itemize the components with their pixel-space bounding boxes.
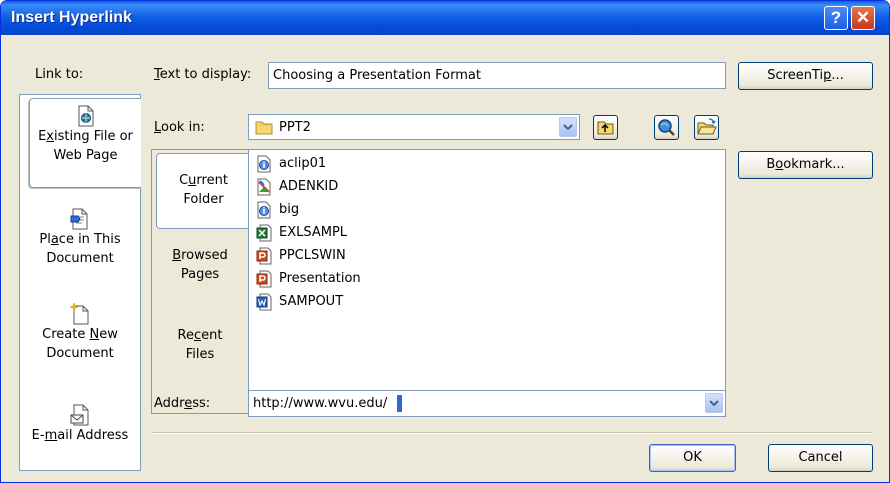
up-one-folder-button[interactable] <box>593 115 618 140</box>
existing-file-icon <box>78 105 93 127</box>
chevron-down-icon <box>563 124 573 131</box>
close-button[interactable]: ✕ <box>851 6 875 30</box>
look-in-accel: L <box>154 120 162 135</box>
browse-web-icon <box>658 119 675 136</box>
browsed-pages-line2: Pages <box>180 267 220 282</box>
text-to-display-input[interactable]: Choosing a Presentation Format <box>268 62 726 89</box>
file-list: aclip01 ADENKID big EXLSAMPL PPCLSWIN Pr… <box>248 149 726 414</box>
link-place-label-a: Pl <box>39 232 51 247</box>
look-in-combobox[interactable]: PPT2 <box>248 114 580 140</box>
list-item[interactable]: aclip01 <box>256 154 326 173</box>
info-file-icon <box>257 155 271 172</box>
link-create-label-line2: Document <box>46 346 114 361</box>
tab-browsed-pages[interactable]: Browsed Pages <box>152 246 248 284</box>
link-email-label-a: E- <box>31 428 45 443</box>
info-file-icon <box>257 201 271 218</box>
look-in-post: ook in: <box>161 120 205 135</box>
current-folder-line2: Folder <box>183 192 224 207</box>
folder-tabs-pane: Current Folder Browsed Pages Recent File… <box>151 149 250 414</box>
recent-files-post: ent <box>201 328 223 343</box>
dialog-title: Insert Hyperlink <box>11 9 132 26</box>
file-name: SAMPOUT <box>279 294 344 309</box>
link-existing-label-line2: Web Page <box>53 148 118 163</box>
ok-button[interactable]: OK <box>649 444 736 472</box>
browse-for-file-button[interactable] <box>694 115 719 140</box>
recent-files-pre: Re <box>177 328 194 343</box>
look-in-value: PPT2 <box>279 120 311 135</box>
text-to-display-label: Text to display: <box>154 67 251 82</box>
list-item[interactable]: ADENKID <box>256 177 338 196</box>
file-name: Presentation <box>279 271 361 286</box>
create-new-document-icon <box>70 303 89 325</box>
browsed-pages-post: rowsed <box>181 248 228 263</box>
look-in-label: Look in: <box>154 120 205 135</box>
file-name: PPCLSWIN <box>279 248 346 263</box>
list-item[interactable]: EXLSAMPL <box>256 223 347 242</box>
chevron-down-icon <box>709 400 719 407</box>
address-dropdown-arrow[interactable] <box>705 393 723 413</box>
open-folder-icon <box>697 118 717 135</box>
link-place-label-line2: Document <box>46 251 114 266</box>
text-to-display-value: Choosing a Presentation Format <box>273 68 481 83</box>
excel-file-icon <box>256 224 272 241</box>
address-post: ss: <box>192 396 211 411</box>
file-name: aclip01 <box>279 156 327 171</box>
bookmark-pre: B <box>766 157 776 172</box>
link-e-mail-address[interactable]: E-mail Address <box>20 404 140 445</box>
current-folder-pre: C <box>179 173 189 188</box>
insert-hyperlink-dialog: Insert Hyperlink ? ✕ Link to: Existing F… <box>0 0 890 483</box>
powerpoint-file-icon <box>256 270 272 287</box>
image-file-icon <box>257 178 271 195</box>
browse-the-web-button[interactable] <box>654 115 679 140</box>
cancel-button[interactable]: Cancel <box>768 444 873 472</box>
link-create-new-document[interactable]: Create New Document <box>20 303 140 363</box>
link-existing-label-b: isting File or <box>54 129 133 144</box>
email-address-icon <box>70 404 89 426</box>
folder-icon <box>255 121 273 135</box>
tab-current-folder[interactable]: Current Folder <box>156 153 250 229</box>
look-in-dropdown-arrow[interactable] <box>559 117 577 137</box>
file-name: big <box>279 202 300 217</box>
file-name: ADENKID <box>279 179 339 194</box>
list-item[interactable]: PPCLSWIN <box>256 246 346 265</box>
powerpoint-file-icon <box>256 247 272 264</box>
address-pre: Addr <box>154 396 185 411</box>
divider <box>151 432 873 434</box>
link-to-panel: Existing File or Web Page Place in This … <box>19 94 141 471</box>
link-create-accel: N <box>89 327 100 342</box>
list-item[interactable]: SAMPOUT <box>256 292 343 311</box>
list-item[interactable]: Presentation <box>256 269 361 288</box>
bookmark-button[interactable]: Bookmark... <box>738 151 873 179</box>
link-existing-file-or-web-page[interactable]: Existing File or Web Page <box>29 98 141 188</box>
list-item[interactable]: big <box>256 200 299 219</box>
link-create-label-b: ew <box>99 327 118 342</box>
link-place-accel: a <box>50 232 59 247</box>
link-place-label-b: ce in This <box>58 232 121 247</box>
address-value: http://www.wvu.edu/ <box>253 396 388 411</box>
link-existing-accel: x <box>46 129 54 144</box>
up-folder-icon <box>597 121 614 135</box>
browsed-pages-accel: B <box>172 248 182 263</box>
file-name: EXLSAMPL <box>279 225 348 240</box>
place-in-document-icon <box>70 208 88 230</box>
title-bar: Insert Hyperlink ? ✕ <box>1 1 889 35</box>
link-place-in-this-document[interactable]: Place in This Document <box>20 208 140 268</box>
recent-files-line2: Files <box>185 347 215 362</box>
address-label: Address: <box>154 396 210 411</box>
bookmark-post: okmark... <box>783 157 845 172</box>
text-cursor <box>397 395 402 412</box>
link-to-label: Link to: <box>35 67 84 82</box>
link-email-accel: m <box>44 428 58 443</box>
screentip-button[interactable]: ScreenTip... <box>738 62 873 90</box>
help-button[interactable]: ? <box>824 6 848 30</box>
screentip-pre: ScreenTi <box>767 68 824 83</box>
ttd-post: ext to display: <box>159 67 252 82</box>
current-folder-post: rrent <box>196 173 228 188</box>
link-email-label-b: ail Address <box>57 428 129 443</box>
screentip-post: ... <box>831 68 844 83</box>
link-create-label-a: Create <box>42 327 90 342</box>
tab-recent-files[interactable]: Recent Files <box>152 326 248 364</box>
word-file-icon <box>256 293 272 310</box>
address-combobox[interactable]: http://www.wvu.edu/ <box>248 390 726 417</box>
